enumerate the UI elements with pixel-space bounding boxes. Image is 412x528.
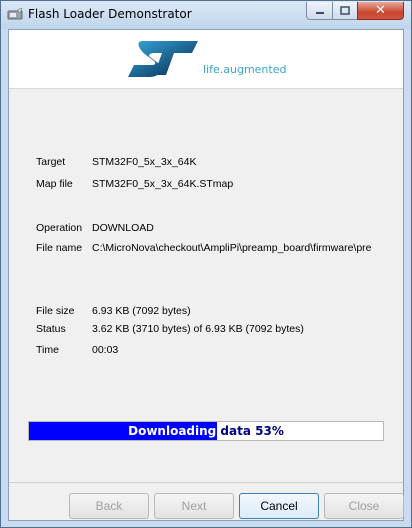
st-logo bbox=[128, 41, 198, 77]
wizard-panel: life.augmented Target STM32F0_5x_3x_64K … bbox=[8, 29, 404, 521]
target-label: Target bbox=[36, 156, 66, 168]
next-button[interactable]: Next bbox=[154, 493, 234, 519]
file-size-label: File size bbox=[36, 305, 75, 317]
time-value: 00:03 bbox=[92, 344, 119, 356]
maximize-icon bbox=[340, 6, 350, 15]
minimize-button[interactable] bbox=[306, 2, 333, 20]
file-name-label: File name bbox=[36, 242, 83, 254]
operation-value: DOWNLOAD bbox=[92, 222, 154, 234]
close-window-button[interactable]: ✕ bbox=[357, 2, 404, 20]
operation-label: Operation bbox=[36, 222, 83, 234]
target-value: STM32F0_5x_3x_64K bbox=[92, 156, 197, 168]
file-size-value: 6.93 KB (7092 bytes) bbox=[92, 305, 191, 317]
close-icon: ✕ bbox=[375, 3, 386, 18]
banner: life.augmented bbox=[9, 30, 403, 89]
button-divider bbox=[9, 482, 403, 483]
time-label: Time bbox=[36, 344, 59, 356]
map-file-label: Map file bbox=[36, 178, 73, 190]
download-progress-bar: Downloading data 53% Downloading data 53… bbox=[28, 421, 384, 441]
tagline: life.augmented bbox=[203, 63, 287, 76]
file-name-value: C:\MicroNova\checkout\AmpliPi\preamp_boa… bbox=[92, 242, 372, 254]
flash-loader-window: Flash Loader Demonstrator ✕ life.augment… bbox=[0, 0, 412, 528]
close-button[interactable]: Close bbox=[324, 493, 404, 519]
window-title: Flash Loader Demonstrator bbox=[28, 7, 192, 21]
status-label: Status bbox=[36, 323, 66, 335]
cancel-button[interactable]: Cancel bbox=[239, 493, 319, 519]
map-file-value: STM32F0_5x_3x_64K.STmap bbox=[92, 178, 234, 190]
status-value: 3.62 KB (3710 bytes) of 6.93 KB (7092 by… bbox=[92, 323, 304, 335]
flash-loader-app-icon bbox=[7, 7, 23, 20]
maximize-button[interactable] bbox=[332, 2, 358, 20]
minimize-icon bbox=[315, 11, 324, 14]
back-button[interactable]: Back bbox=[69, 493, 149, 519]
title-bar[interactable]: Flash Loader Demonstrator ✕ bbox=[1, 1, 411, 29]
